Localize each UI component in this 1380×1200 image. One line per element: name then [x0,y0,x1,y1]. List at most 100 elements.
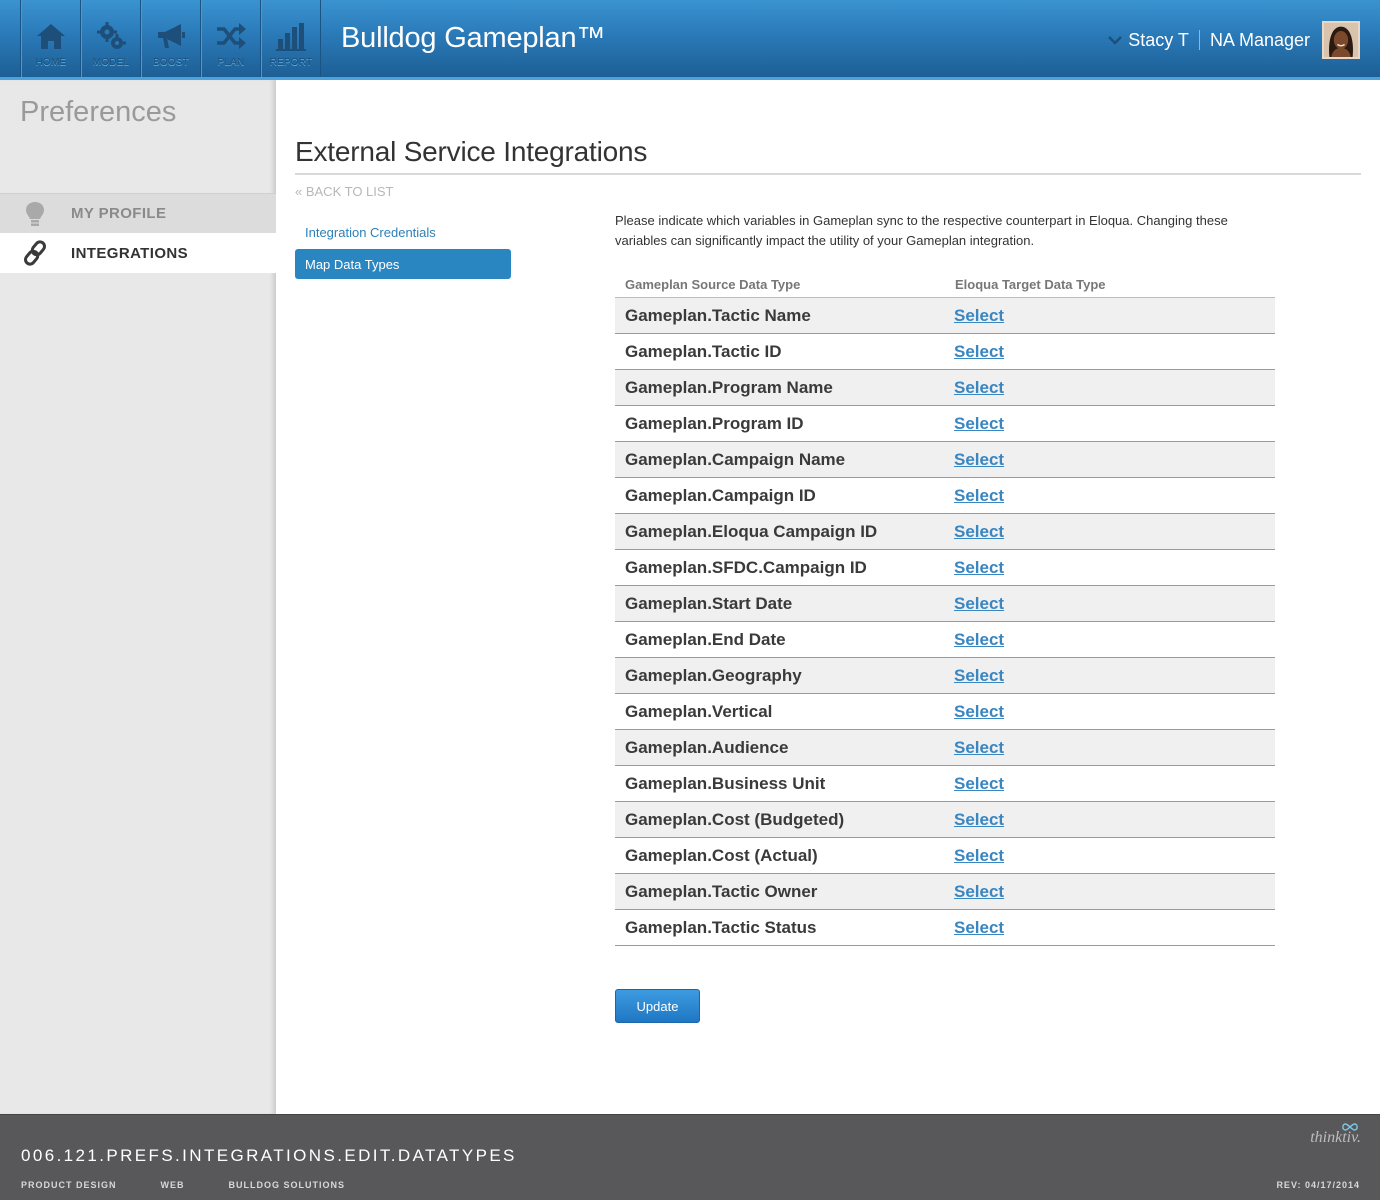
table-row: Gameplan.Geography Select [615,658,1275,694]
footer-logo: thinktiv. [1310,1129,1361,1146]
source-data-type: Gameplan.Cost (Budgeted) [625,809,845,829]
bar-chart-icon [276,23,306,51]
sidebar: Preferences MY PROFILE INTEGRATIONS [0,80,276,1114]
table-row: Gameplan.Cost (Budgeted) Select [615,802,1275,838]
chevron-down-icon[interactable] [1108,33,1123,47]
screen-code: 006.121.PREFS.INTEGRATIONS.EDIT.DATATYPE… [21,1146,517,1165]
sidebar-item-label: INTEGRATIONS [71,244,189,262]
source-data-type: Gameplan.Program Name [625,377,833,397]
column-header-target: Eloqua Target Data Type [955,276,1106,292]
table-row: Gameplan.Start Date Select [615,586,1275,622]
source-data-type: Gameplan.Audience [625,737,789,757]
user-role: NA Manager [1209,29,1310,50]
title-divider [295,173,1361,175]
top-header: HOME MODEL BOOST PLAN REPORT Bulldog Gam… [0,0,1380,80]
home-icon [37,24,65,49]
link-icon [24,240,46,266]
main-content: External Service Integrations « BACK TO … [276,80,1380,1114]
select-target-link[interactable]: Select [945,666,1004,686]
footer-meta: PRODUCT DESIGN WEB BULLDOG SOLUTIONS [21,1180,389,1190]
sidebar-item-my-profile[interactable]: MY PROFILE [0,193,276,233]
spec-footer: thinktiv. 006.121.PREFS.INTEGRATIONS.EDI… [0,1114,1380,1200]
select-target-link[interactable]: Select [945,738,1004,758]
table-row: Gameplan.Tactic Owner Select [615,874,1275,910]
source-data-type: Gameplan.Campaign Name [625,449,846,469]
select-target-link[interactable]: Select [945,486,1004,506]
table-row: Gameplan.Campaign Name Select [615,442,1275,478]
table-row: Gameplan.End Date Select [615,622,1275,658]
page-title: External Service Integrations [295,136,648,167]
user-menu-divider [1198,30,1200,50]
table-row: Gameplan.Tactic ID Select [615,334,1275,370]
table-row: Gameplan.Campaign ID Select [615,478,1275,514]
footer-meta-item: BULLDOG SOLUTIONS [228,1180,346,1190]
table-row: Gameplan.Tactic Status Select [615,910,1275,946]
source-data-type: Gameplan.Business Unit [625,773,826,793]
app-title: Bulldog Gameplan™ [341,22,606,54]
footer-meta-item: PRODUCT DESIGN [21,1180,117,1190]
update-button[interactable]: Update [615,989,700,1023]
source-data-type: Gameplan.Vertical [625,701,773,721]
megaphone-icon [158,24,185,48]
data-type-mapping-table: Gameplan Source Data Type Eloqua Target … [615,271,1275,946]
column-header-source: Gameplan Source Data Type [625,276,801,292]
table-body: Gameplan.Tactic Name Select Gameplan.Tacti… [615,298,1275,946]
sidebar-item-integrations[interactable]: INTEGRATIONS [0,233,276,273]
nav-model-label: MODEL [92,57,130,68]
table-row: Gameplan.Vertical Select [615,694,1275,730]
table-row: Gameplan.Tactic Name Select [615,298,1275,334]
nav-model-button[interactable]: MODEL [81,0,141,77]
user-name[interactable]: Stacy T [1128,30,1189,51]
avatar[interactable] [1322,21,1360,59]
table-row: Gameplan.Eloqua Campaign ID Select [615,514,1275,550]
source-data-type: Gameplan.Campaign ID [625,485,816,505]
sidebar-title: Preferences [20,96,177,128]
source-data-type: Gameplan.Tactic Status [625,917,817,937]
nav-report-button[interactable]: REPORT [261,0,321,77]
select-target-link[interactable]: Select [945,414,1004,434]
source-data-type: Gameplan.Geography [625,665,802,685]
select-target-link[interactable]: Select [945,774,1004,794]
select-target-link[interactable]: Select [945,882,1004,902]
nav-boost-button[interactable]: BOOST [141,0,201,77]
select-target-link[interactable]: Select [945,630,1004,650]
select-target-link[interactable]: Select [945,594,1004,614]
nav-home-label: HOME [35,57,67,68]
user-portrait-icon [1324,23,1358,57]
main-nav: HOME MODEL BOOST PLAN REPORT [20,0,321,77]
back-to-list-link[interactable]: « BACK TO LIST [295,184,394,199]
nav-boost-label: BOOST [152,57,189,68]
mapping-description: Please indicate which variables in Gamep… [615,213,1228,248]
select-target-link[interactable]: Select [945,306,1004,326]
table-row: Gameplan.Program ID Select [615,406,1275,442]
table-row: Gameplan.Cost (Actual) Select [615,838,1275,874]
table-header: Gameplan Source Data Type Eloqua Target … [615,271,1275,298]
select-target-link[interactable]: Select [945,918,1004,938]
source-data-type: Gameplan.Tactic ID [625,341,782,361]
select-target-link[interactable]: Select [945,810,1004,830]
source-data-type: Gameplan.Program ID [625,413,804,433]
table-row: Gameplan.Business Unit Select [615,766,1275,802]
source-data-type: Gameplan.Tactic Owner [625,881,818,901]
select-target-link[interactable]: Select [945,342,1004,362]
lightbulb-icon [26,201,44,226]
select-target-link[interactable]: Select [945,558,1004,578]
select-target-link[interactable]: Select [945,450,1004,470]
sidebar-item-label: MY PROFILE [71,205,167,222]
source-data-type: Gameplan.Eloqua Campaign ID [625,521,878,541]
source-data-type: Gameplan.Tactic Name [625,305,811,325]
select-target-link[interactable]: Select [945,378,1004,398]
select-target-link[interactable]: Select [945,846,1004,866]
table-row: Gameplan.SFDC.Campaign ID Select [615,550,1275,586]
user-menu: Stacy T NA Manager [1108,21,1360,59]
nav-home-button[interactable]: HOME [21,0,81,77]
subnav-map-data-types[interactable]: Map Data Types [295,249,511,279]
nav-plan-button[interactable]: PLAN [201,0,261,77]
subnav-integration-credentials[interactable]: Integration Credentials [295,217,511,247]
select-target-link[interactable]: Select [945,702,1004,722]
source-data-type: Gameplan.Cost (Actual) [625,845,818,865]
select-target-link[interactable]: Select [945,522,1004,542]
source-data-type: Gameplan.SFDC.Campaign ID [625,557,867,577]
nav-report-label: REPORT [269,57,313,68]
footer-meta-item: WEB [160,1180,185,1190]
